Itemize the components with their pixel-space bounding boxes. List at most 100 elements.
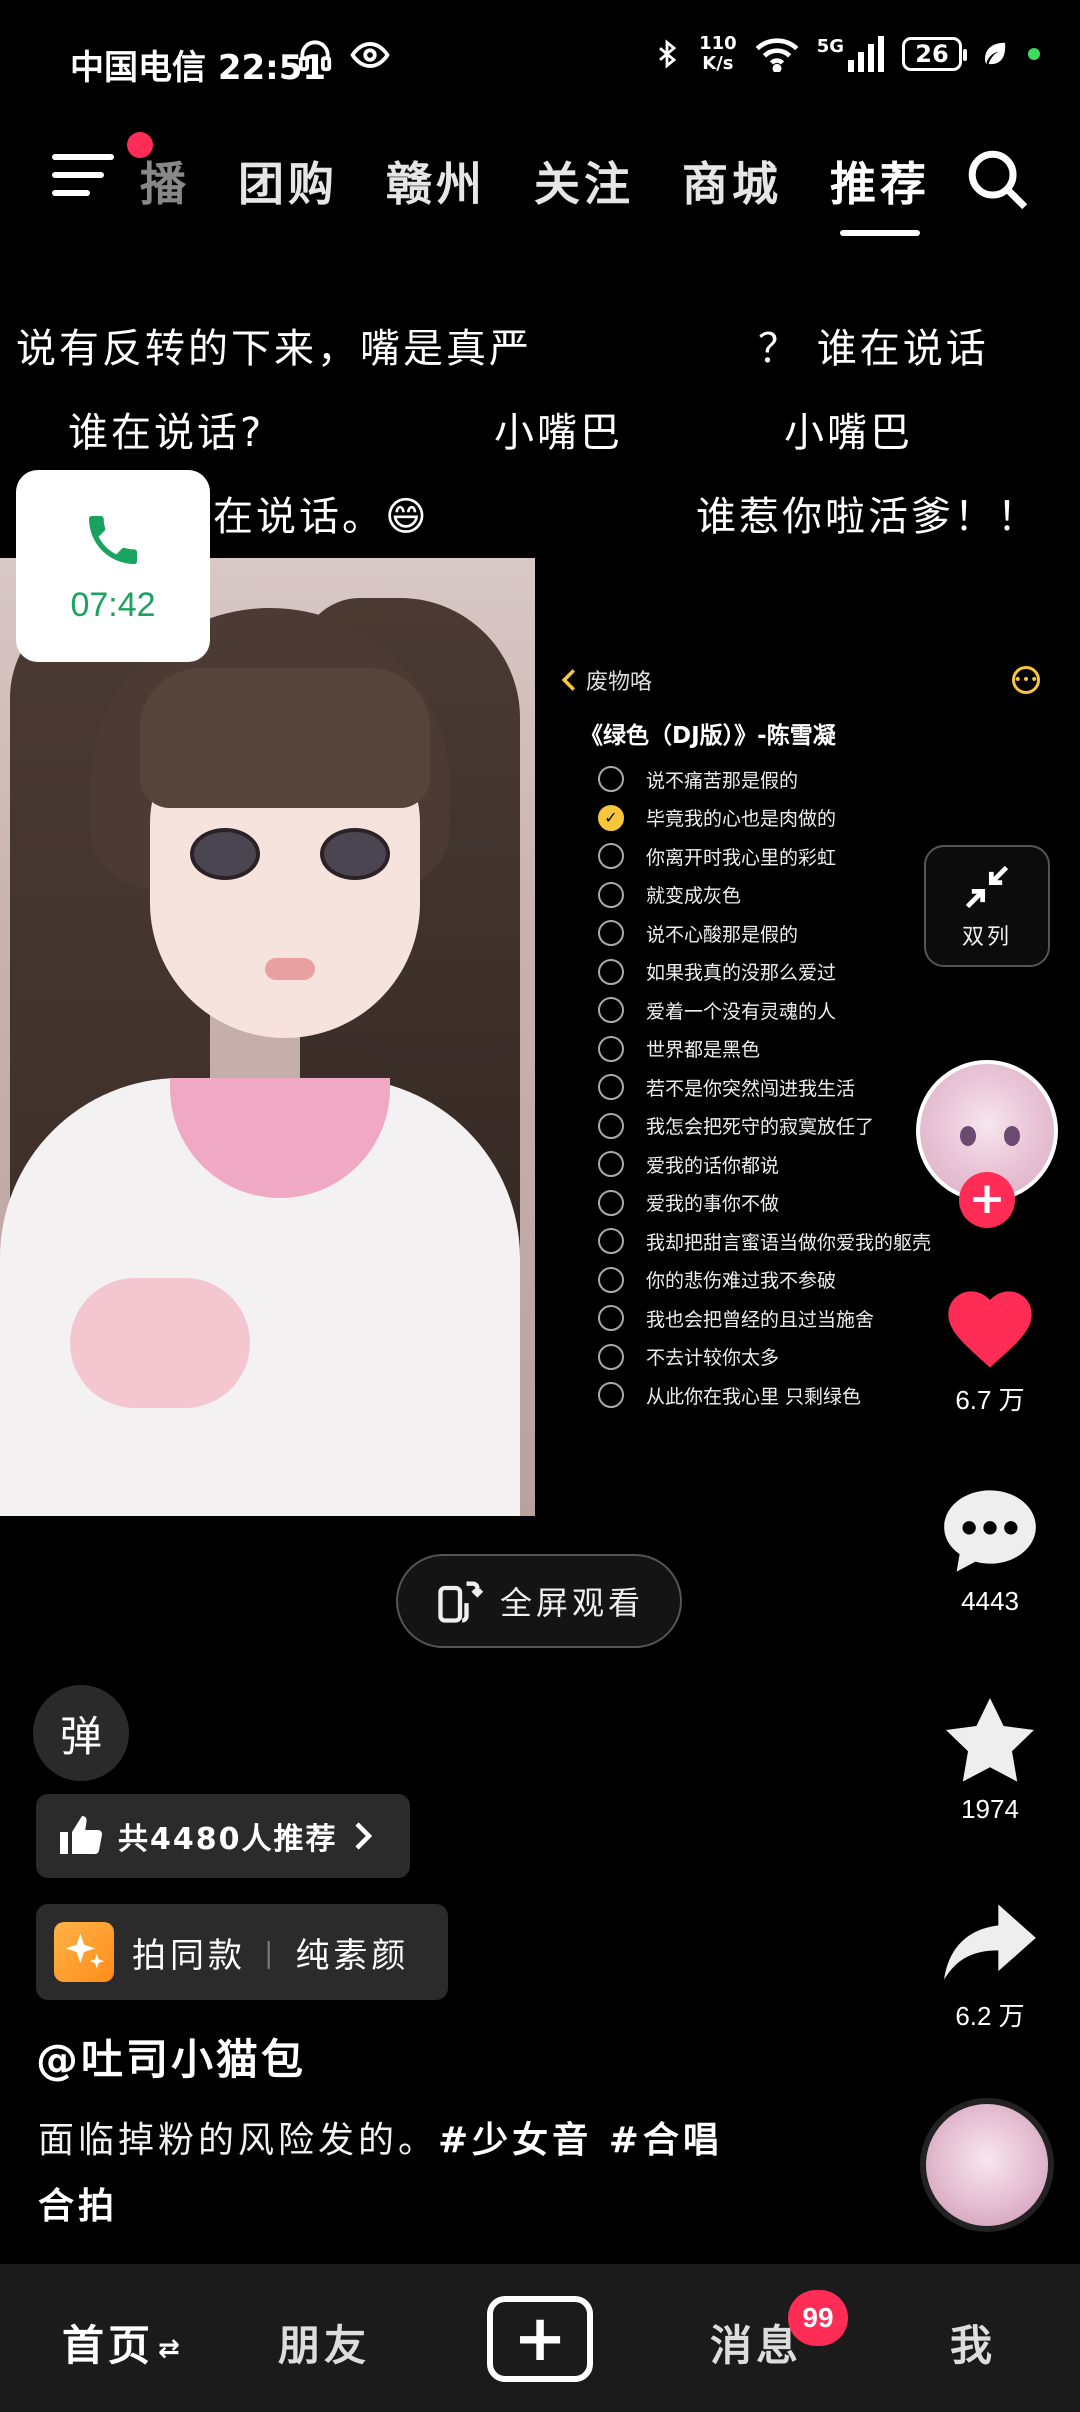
tab-live[interactable]: 播 xyxy=(140,148,190,214)
share-button[interactable]: 6.2 万 xyxy=(930,1896,1050,2033)
headphones-icon xyxy=(298,40,332,72)
lyric-line: ✓ 毕竟我的心也是肉做的 xyxy=(560,799,1040,838)
favorite-button[interactable]: 1974 xyxy=(930,1694,1050,1825)
shoot-same-label: 拍同款 xyxy=(132,1935,246,1976)
carrier-time: 中国电信 22:51 xyxy=(70,48,327,88)
video-caption: 面临掉粉的风险发的。#少女音 #合唱 合拍 xyxy=(38,2108,818,2240)
unchecked-circle-icon xyxy=(598,1074,624,1101)
signal-label: 5G xyxy=(816,36,844,57)
filter-name: 纯素颜 xyxy=(295,1935,410,1976)
dual-column-button[interactable]: 双列 xyxy=(924,845,1050,967)
tab-group-buy[interactable]: 团购 xyxy=(238,148,338,214)
tab-recommend[interactable]: 推荐 xyxy=(830,148,930,236)
battery-icon: 26 xyxy=(902,37,967,71)
phone-icon xyxy=(89,515,137,564)
comment-button[interactable]: 4443 xyxy=(930,1486,1050,1617)
music-disc[interactable] xyxy=(920,2098,1054,2232)
unchecked-circle-icon xyxy=(598,766,624,793)
lyric-text: 说不痛苦那是假的 xyxy=(646,769,799,792)
star-icon xyxy=(946,1698,1034,1782)
fullscreen-label: 全屏观看 xyxy=(499,1584,644,1622)
like-count: 6.7 万 xyxy=(955,1385,1025,1415)
lyric-text: 爱着一个没有灵魂的人 xyxy=(646,1000,837,1023)
lyric-text: 我也会把曾经的且过当施舍 xyxy=(646,1308,875,1331)
video-frame-photo[interactable] xyxy=(0,558,535,1516)
message-badge: 99 xyxy=(788,2290,848,2346)
tab-friends[interactable]: 朋友 xyxy=(278,2312,370,2373)
menu-button[interactable] xyxy=(52,154,114,204)
lyric-text: 若不是你突然闯进我生活 xyxy=(646,1077,856,1100)
net-speed-value: 110 xyxy=(699,33,737,54)
comment-count: 4443 xyxy=(961,1586,1019,1616)
tab-local[interactable]: 赣州 xyxy=(386,148,486,214)
lyrics-back-label: 废物咯 xyxy=(586,670,653,695)
call-duration: 07:42 xyxy=(70,585,156,624)
follow-plus-button[interactable]: + xyxy=(959,1172,1015,1228)
lyric-line: 说不痛苦那是假的 xyxy=(560,760,1040,799)
recommend-count-label: 共4480人推荐 xyxy=(118,1822,338,1857)
create-post-button[interactable]: + xyxy=(487,2296,593,2382)
nav-tabs: 播 团购 赣州 关注 商城 推荐 xyxy=(140,148,930,236)
fullscreen-button[interactable]: 全屏观看 xyxy=(396,1554,682,1648)
danmaku-comment: ？ 谁在说话 xyxy=(758,326,989,372)
favorite-count: 1974 xyxy=(961,1794,1019,1824)
unchecked-circle-icon xyxy=(598,1189,624,1216)
lyric-text: 从此你在我心里 只剩绿色 xyxy=(646,1385,862,1408)
lyric-text: 世界都是黑色 xyxy=(646,1039,761,1062)
danmaku-toggle-button[interactable]: 弹 xyxy=(33,1685,129,1781)
dual-column-label: 双列 xyxy=(961,925,1012,950)
chevron-left-icon xyxy=(561,669,576,691)
unchecked-circle-icon xyxy=(598,881,624,908)
lyric-line: 爱着一个没有灵魂的人 xyxy=(560,991,1040,1030)
checked-circle-icon: ✓ xyxy=(598,804,624,831)
thumbs-up-icon xyxy=(60,1816,103,1855)
search-icon[interactable] xyxy=(962,144,1032,214)
lyric-text: 说不心酸那是假的 xyxy=(646,923,799,946)
top-nav: 播 团购 赣州 关注 商城 推荐 xyxy=(0,112,1080,242)
recommend-pill[interactable]: 共4480人推荐 xyxy=(36,1794,410,1878)
tab-me[interactable]: 我 xyxy=(950,2312,996,2373)
unchecked-circle-icon xyxy=(598,1035,624,1062)
unchecked-circle-icon xyxy=(598,1343,624,1370)
unchecked-circle-icon xyxy=(598,1305,624,1332)
rotate-screen-icon xyxy=(438,1581,484,1623)
lyrics-header: 废物咯 ••• xyxy=(560,652,1040,708)
unchecked-circle-icon xyxy=(598,1228,624,1255)
danmaku-toggle-label: 弹 xyxy=(59,1711,102,1761)
danmaku-comment: 谁惹你啦活爹！！ xyxy=(696,494,1040,540)
chevron-right-icon xyxy=(354,1822,372,1850)
lyric-line: 我却把甜言蜜语当做你爱我的躯壳 xyxy=(560,1222,1040,1261)
tab-home[interactable]: 首页 ⇄ xyxy=(62,2312,184,2373)
pill-divider: | xyxy=(264,1935,278,1969)
tab-mall[interactable]: 商城 xyxy=(682,148,782,214)
tab-home-label: 首页 xyxy=(62,2321,155,2370)
unchecked-circle-icon xyxy=(598,920,624,947)
lyric-text: 你的悲伤难过我不参破 xyxy=(646,1270,837,1293)
lyric-text: 你离开时我心里的彩虹 xyxy=(646,846,837,869)
author-name[interactable]: @吐司小猫包 xyxy=(36,2026,306,2087)
unchecked-circle-icon xyxy=(598,1266,624,1293)
caption-hashtags[interactable]: #少女音 #合唱 xyxy=(438,2120,723,2161)
bottom-tab-bar: 首页 ⇄ 朋友 + 消息 我 xyxy=(0,2264,1080,2412)
caption-hashtag-duet[interactable]: 合拍 xyxy=(38,2186,118,2227)
danmaku-comment: 说有反转的下来，嘴是真严 xyxy=(16,326,532,372)
share-arrow-icon xyxy=(944,1904,1036,1980)
shrink-arrows-icon xyxy=(965,865,1009,909)
share-count: 6.2 万 xyxy=(955,2001,1025,2031)
tab-following[interactable]: 关注 xyxy=(534,148,634,214)
lyric-text: 我却把甜言蜜语当做你爱我的躯壳 xyxy=(646,1231,932,1254)
bluetooth-icon xyxy=(659,39,677,69)
sparkle-icon xyxy=(54,1922,114,1982)
unchecked-circle-icon xyxy=(598,997,624,1024)
ongoing-call-bubble[interactable]: 07:42 xyxy=(16,470,210,662)
unchecked-circle-icon xyxy=(598,1112,624,1139)
switch-arrows-icon: ⇄ xyxy=(158,2333,184,2364)
leaf-icon xyxy=(985,42,1006,65)
privacy-dot-icon xyxy=(1028,48,1040,60)
shoot-same-style-pill[interactable]: 拍同款 | 纯素颜 xyxy=(36,1904,448,2000)
danmaku-comment: 谁在说话? xyxy=(68,410,265,456)
like-button[interactable]: 6.7 万 xyxy=(930,1280,1050,1417)
lyric-text: 我怎会把死守的寂寞放任了 xyxy=(646,1116,875,1139)
heart-icon xyxy=(948,1291,1032,1368)
lyric-text: 毕竟我的心也是肉做的 xyxy=(646,808,837,831)
